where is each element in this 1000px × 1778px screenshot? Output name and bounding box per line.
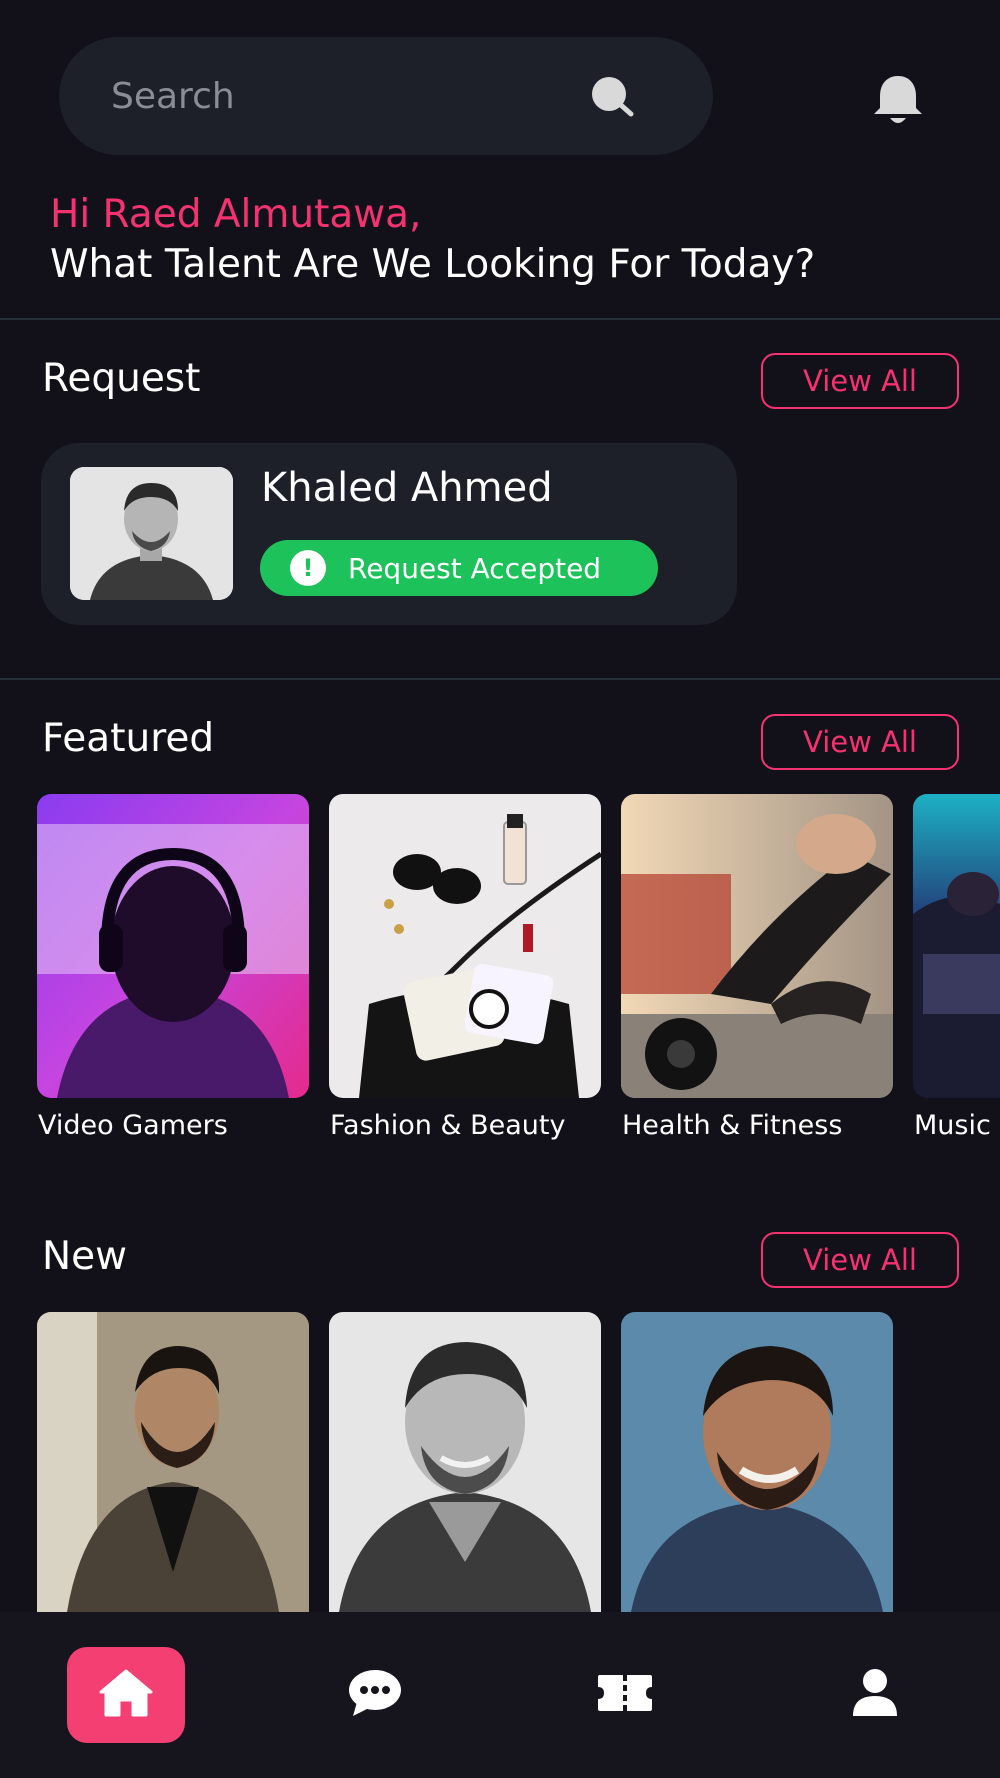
section-title-featured: Featured <box>42 716 215 761</box>
nav-home[interactable] <box>67 1647 185 1743</box>
featured-card-video-gamers[interactable] <box>37 794 309 1098</box>
featured-card-health-fitness[interactable] <box>621 794 893 1098</box>
featured-view-all-button[interactable]: View All <box>761 714 959 770</box>
greeting-name: Hi Raed Almutawa, <box>50 192 422 237</box>
chat-icon <box>347 1668 403 1722</box>
featured-label: Health & Fitness <box>622 1110 843 1141</box>
new-talent-card[interactable] <box>329 1312 601 1612</box>
featured-label: Music <box>914 1110 991 1141</box>
nav-messages[interactable] <box>316 1647 434 1743</box>
divider <box>0 678 1000 680</box>
request-view-all-button[interactable]: View All <box>761 353 959 409</box>
bell-icon[interactable] <box>868 70 928 130</box>
nav-profile[interactable] <box>816 1647 934 1743</box>
section-title-new: New <box>42 1234 128 1279</box>
request-card[interactable]: Khaled Ahmed ! Request Accepted <box>41 443 737 625</box>
search-input[interactable] <box>111 75 589 117</box>
avatar <box>70 467 233 600</box>
nav-bookings[interactable] <box>566 1647 684 1743</box>
greeting: Hi Raed Almutawa, What Talent Are We Loo… <box>50 190 815 290</box>
featured-label: Video Gamers <box>38 1110 228 1141</box>
divider <box>0 318 1000 320</box>
greeting-question: What Talent Are We Looking For Today? <box>50 242 816 287</box>
new-talent-card[interactable] <box>621 1312 893 1612</box>
featured-label: Fashion & Beauty <box>330 1110 566 1141</box>
featured-card-fashion-beauty[interactable] <box>329 794 601 1098</box>
search-bar[interactable] <box>59 37 713 155</box>
new-view-all-button[interactable]: View All <box>761 1232 959 1288</box>
profile-icon <box>851 1668 899 1722</box>
section-title-request: Request <box>42 356 201 401</box>
ticket-icon <box>596 1673 654 1717</box>
featured-card-music[interactable] <box>913 794 1000 1098</box>
alert-icon: ! <box>290 550 326 586</box>
status-badge: ! Request Accepted <box>260 540 658 596</box>
bottom-nav <box>0 1612 1000 1778</box>
home-icon <box>98 1668 154 1722</box>
search-icon[interactable] <box>589 72 637 120</box>
new-talent-card[interactable] <box>37 1312 309 1612</box>
status-text: Request Accepted <box>348 551 602 585</box>
request-name: Khaled Ahmed <box>261 465 553 511</box>
